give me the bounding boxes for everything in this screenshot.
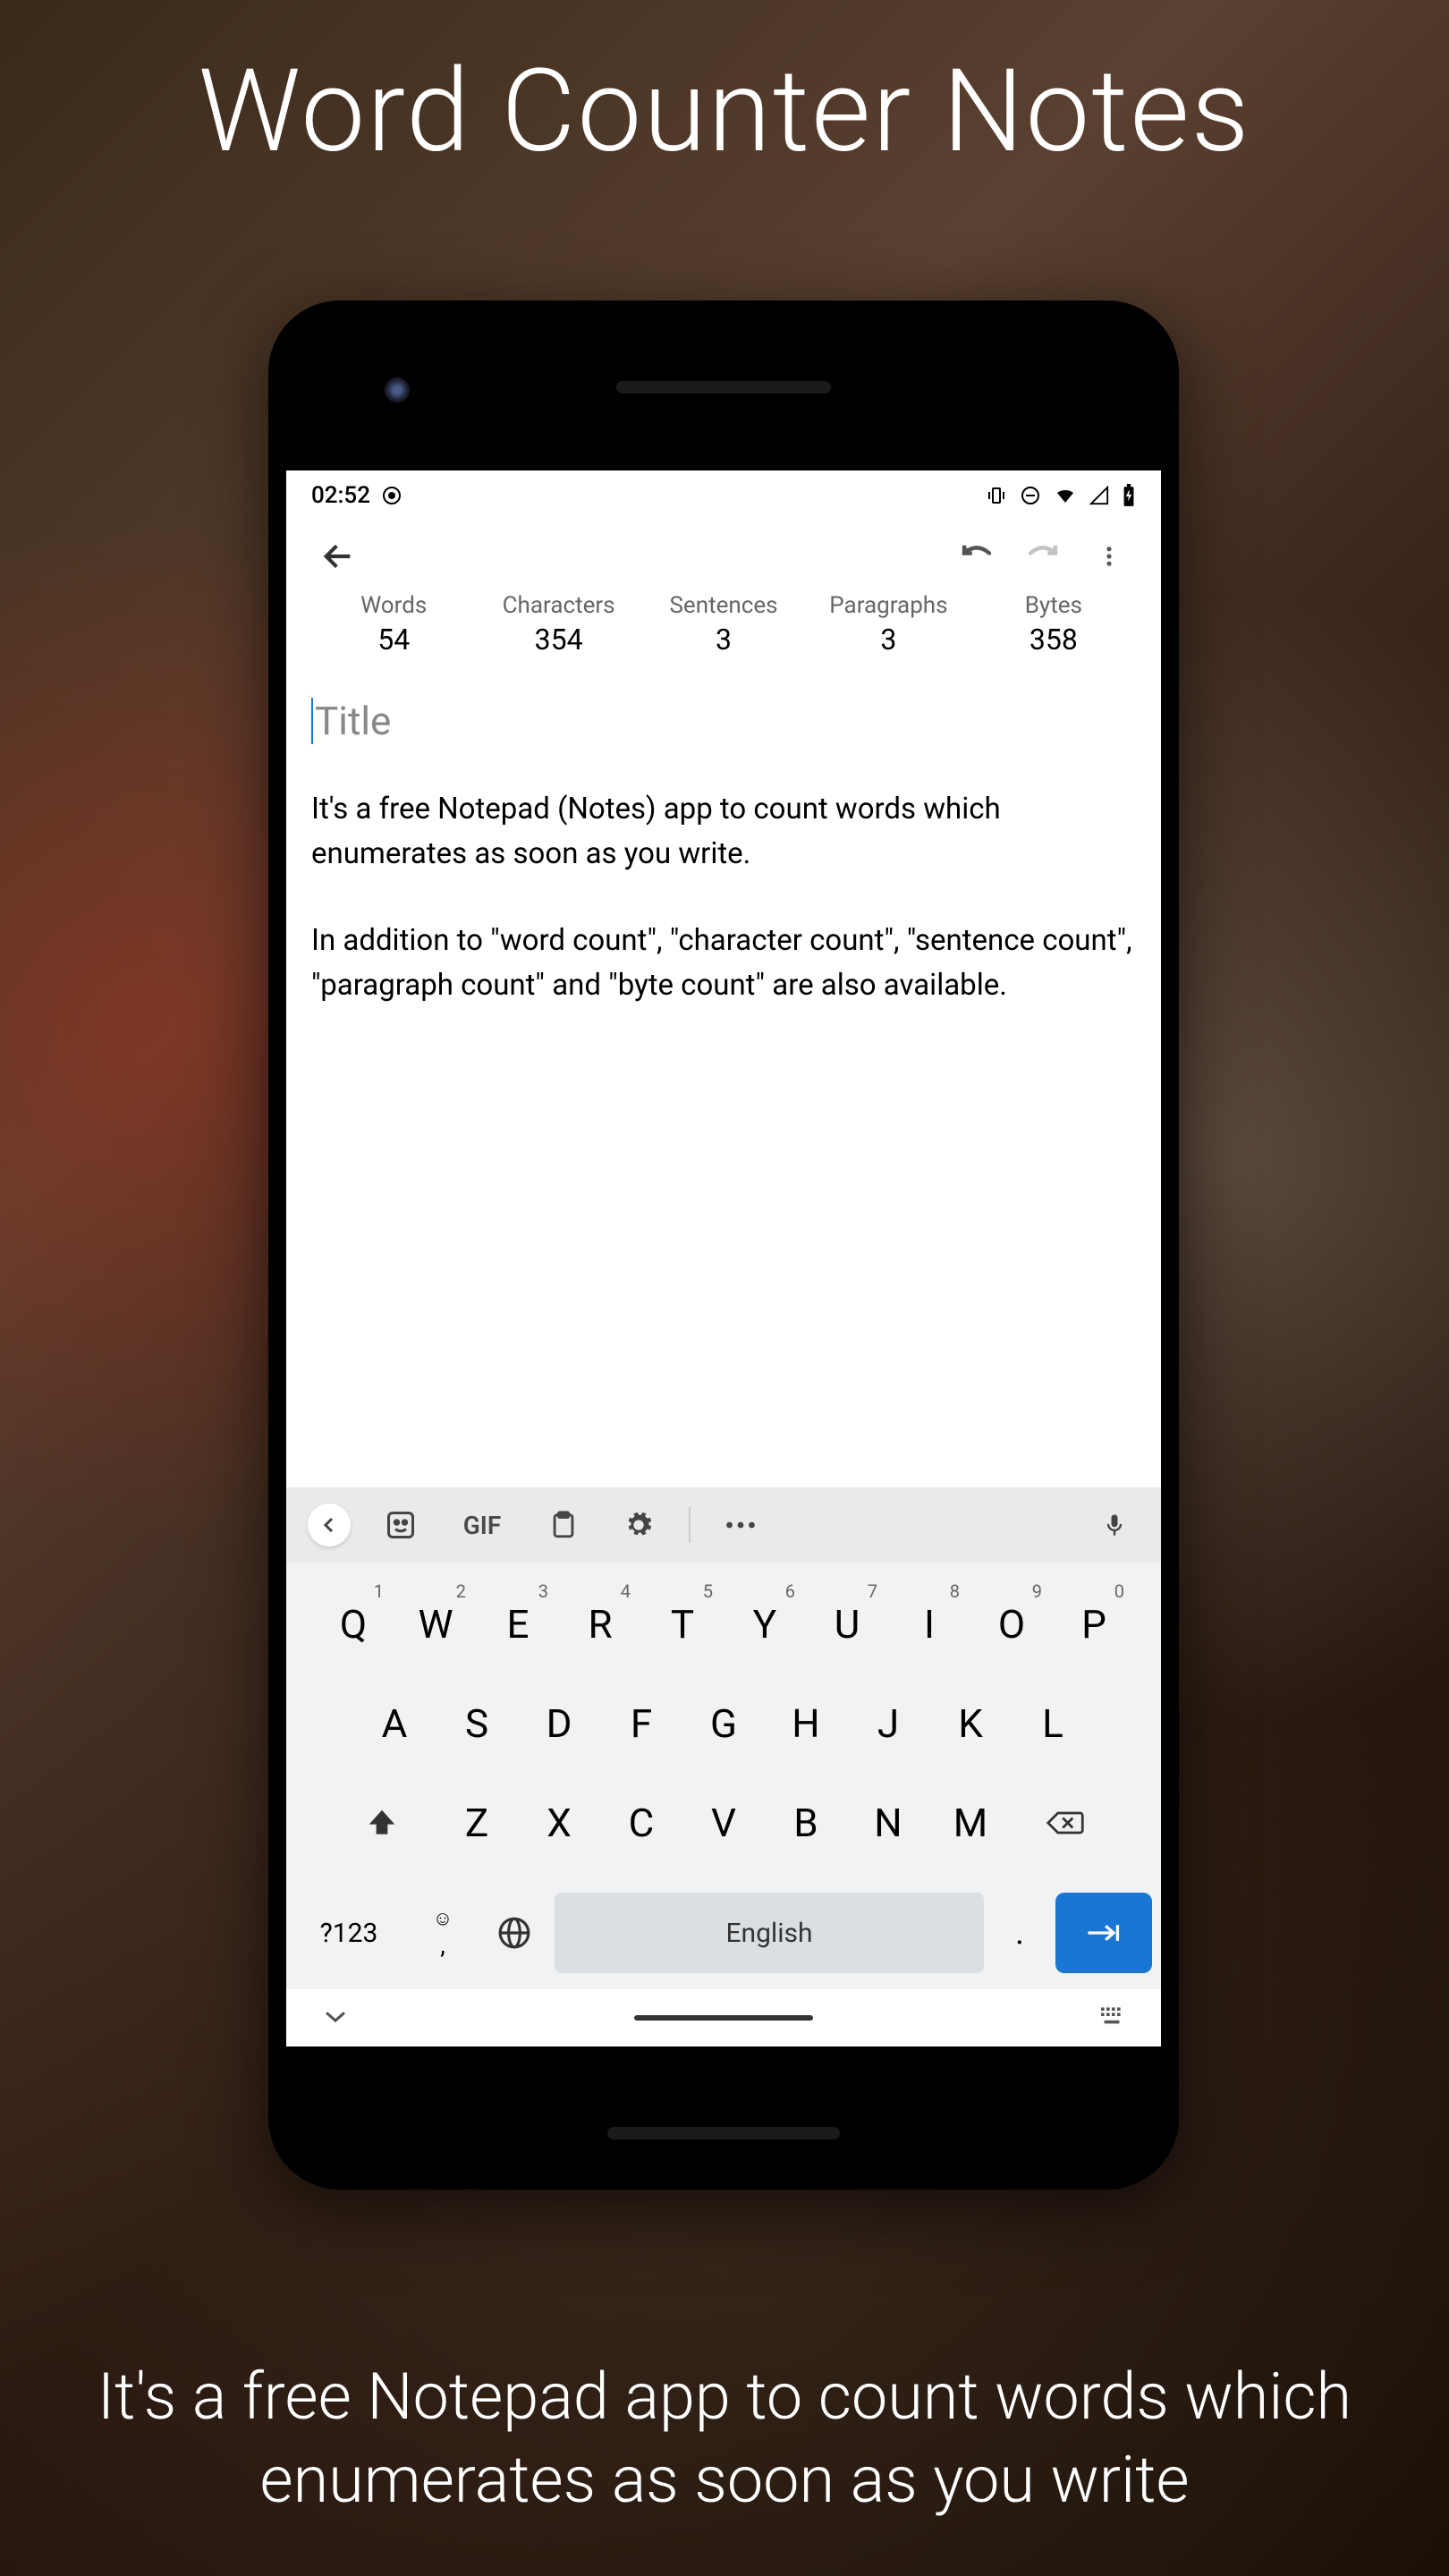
key-o[interactable]: O9 [972,1577,1051,1671]
more-button[interactable] [1082,530,1136,583]
stat-words-value: 54 [311,623,476,657]
body-text[interactable]: It's a free Notepad (Notes) app to count… [311,787,1136,1007]
key-shift[interactable] [330,1775,434,1869]
body-paragraph: In addition to "word count", "character … [311,919,1136,1007]
key-v[interactable]: V [684,1775,763,1869]
key-r[interactable]: R4 [561,1577,640,1671]
kb-mic-button[interactable] [1089,1500,1140,1550]
key-t[interactable]: T5 [643,1577,722,1671]
nav-bar [286,1989,1161,2046]
battery-icon [1122,484,1136,507]
key-i[interactable]: I8 [890,1577,969,1671]
key-enter[interactable] [1055,1893,1152,1973]
status-app-icon [381,485,402,506]
signal-icon [1089,486,1109,505]
key-c[interactable]: C [602,1775,681,1869]
wifi-icon [1054,485,1077,506]
key-k[interactable]: K [931,1676,1010,1770]
key-y[interactable]: Y6 [725,1577,804,1671]
toolbar [286,521,1161,592]
key-e[interactable]: E3 [479,1577,557,1671]
promo-footer: It's a free Notepad app to count words w… [36,2355,1413,2522]
keyboard-suggestion-strip: GIF [286,1487,1161,1563]
key-language[interactable] [483,1893,546,1973]
title-input[interactable]: Title [311,698,1136,744]
kb-gif-button[interactable]: GIF [451,1500,513,1550]
key-s[interactable]: S [437,1676,516,1770]
undo-button[interactable] [950,530,1004,583]
vibrate-icon [986,485,1007,506]
key-space[interactable]: English [555,1893,984,1973]
status-time: 02:52 [311,482,370,509]
key-a[interactable]: A [355,1676,434,1770]
key-d[interactable]: D [520,1676,598,1770]
key-q[interactable]: Q1 [314,1577,393,1671]
kb-collapse-button[interactable] [308,1504,351,1546]
stat-sentences-label: Sentences [641,592,806,619]
key-x[interactable]: X [520,1775,598,1869]
body-paragraph: It's a free Notepad (Notes) app to count… [311,787,1136,876]
key-l[interactable]: L [1013,1676,1092,1770]
key-backspace[interactable] [1013,1775,1117,1869]
key-w[interactable]: W2 [396,1577,475,1671]
kb-more-button[interactable] [716,1500,766,1550]
key-period[interactable]: . [993,1893,1046,1973]
phone-camera [385,377,410,402]
key-u[interactable]: U7 [808,1577,886,1671]
stat-bytes-label: Bytes [971,592,1136,619]
promo-title: Word Counter Notes [0,45,1449,179]
kb-settings-button[interactable] [614,1500,664,1550]
phone-speaker-bottom [607,2127,840,2140]
app-screen: 02:52 [286,470,1161,2046]
key-n[interactable]: N [849,1775,928,1869]
key-g[interactable]: G [684,1676,763,1770]
status-bar: 02:52 [286,470,1161,521]
redo-button[interactable] [1016,530,1070,583]
nav-down-icon[interactable] [322,2007,349,2029]
stat-characters: Characters 354 [476,592,640,657]
stat-sentences: Sentences 3 [641,592,806,657]
stat-words-label: Words [311,592,476,619]
stat-paragraphs-value: 3 [806,623,970,657]
kb-clipboard-button[interactable] [538,1500,589,1550]
nav-handle[interactable] [634,2015,813,2021]
dnd-icon [1020,485,1041,506]
stat-words: Words 54 [311,592,476,657]
key-emoji[interactable]: ☺ , [411,1893,474,1973]
key-j[interactable]: J [849,1676,928,1770]
stats-row: Words 54 Characters 354 Sentences 3 Para… [286,592,1161,671]
key-mode-switch[interactable]: ?123 [295,1893,402,1973]
stat-bytes-value: 358 [971,623,1136,657]
stat-paragraphs: Paragraphs 3 [806,592,970,657]
phone-speaker-top [616,381,831,394]
stat-paragraphs-label: Paragraphs [806,592,970,619]
key-f[interactable]: F [602,1676,681,1770]
key-p[interactable]: P0 [1055,1577,1133,1671]
stat-bytes: Bytes 358 [971,592,1136,657]
key-b[interactable]: B [767,1775,845,1869]
back-button[interactable] [311,530,365,583]
key-h[interactable]: H [767,1676,845,1770]
key-z[interactable]: Z [437,1775,516,1869]
kb-switch-icon[interactable] [1098,2005,1125,2030]
stat-sentences-value: 3 [641,623,806,657]
key-comma-label: , [440,1930,445,1960]
phone-frame: 02:52 [268,301,1179,2190]
kb-sticker-button[interactable] [376,1500,426,1550]
stat-characters-label: Characters [476,592,640,619]
keyboard: GIF Q1W2E [286,1487,1161,2046]
stat-characters-value: 354 [476,623,640,657]
key-m[interactable]: M [931,1775,1010,1869]
editor-area[interactable]: Title It's a free Notepad (Notes) app to… [286,671,1161,1487]
